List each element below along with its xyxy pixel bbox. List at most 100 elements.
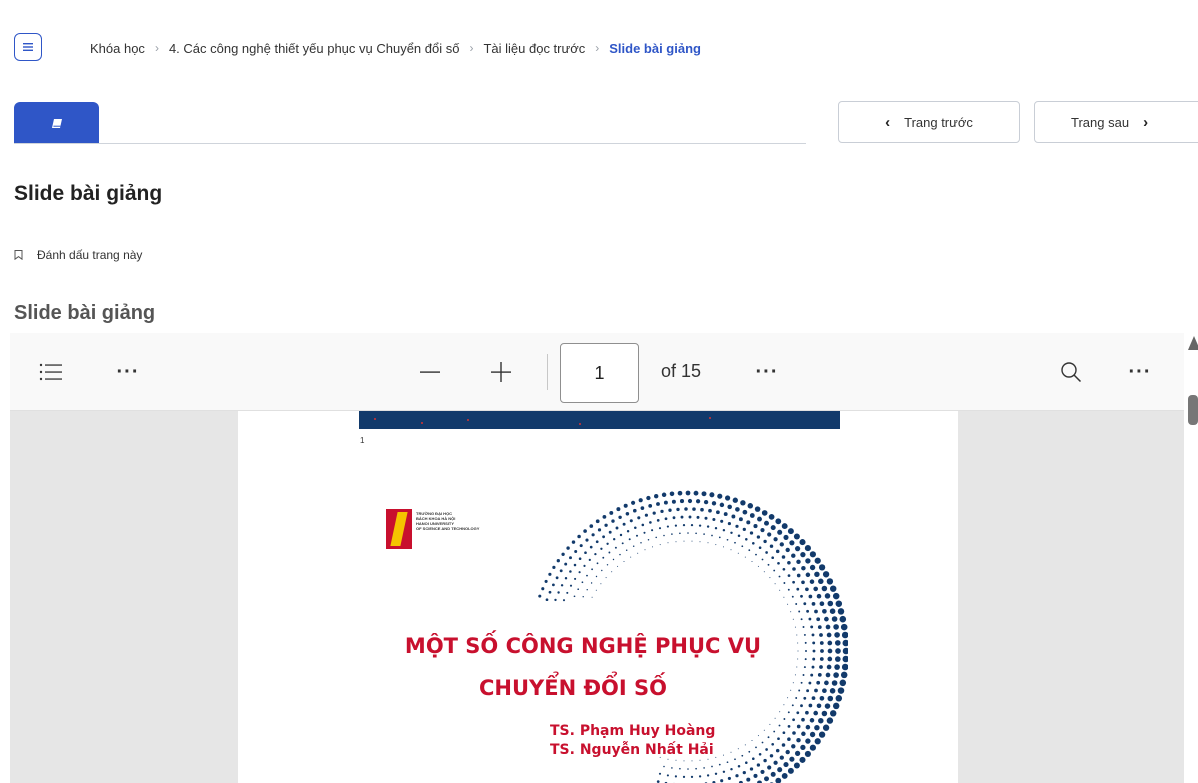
halftone-dot (777, 767, 783, 773)
halftone-dot (669, 491, 675, 497)
halftone-dot (693, 490, 699, 496)
halftone-dot (778, 724, 781, 727)
halftone-dot (600, 583, 602, 585)
breadcrumb-item-reading[interactable]: Tài liệu đọc trước (483, 41, 585, 56)
halftone-dot (679, 767, 681, 770)
halftone-dot (818, 717, 824, 724)
halftone-dot (668, 508, 672, 512)
halftone-dot (709, 492, 715, 498)
halftone-dot (569, 570, 572, 573)
halftone-dot (814, 571, 820, 578)
halftone-dot (746, 777, 751, 782)
halftone-dot (737, 764, 741, 768)
left-more-button[interactable]: ··· (108, 361, 148, 383)
scrollbar-thumb[interactable] (1188, 395, 1198, 425)
halftone-dot (561, 552, 565, 556)
halftone-dot (735, 507, 740, 512)
halftone-dot (581, 581, 584, 584)
halftone-dot (677, 490, 683, 496)
halftone-dot (787, 737, 791, 741)
halftone-dot (805, 572, 811, 578)
halftone-dot (562, 599, 566, 602)
halftone-dot (682, 775, 686, 779)
chevron-left-icon: ‹ (885, 113, 891, 131)
halftone-dot (809, 718, 815, 723)
scroll-up-arrow[interactable] (1188, 336, 1198, 350)
right-more-button[interactable]: ··· (1120, 361, 1160, 383)
halftone-dot (548, 572, 552, 576)
halftone-dot (628, 538, 631, 541)
halftone-dot (839, 615, 847, 623)
halftone-dot (635, 534, 639, 537)
halftone-dot (763, 758, 767, 763)
halftone-dot (573, 595, 576, 598)
slide-page-number: 1 (360, 436, 365, 445)
next-page-label: Trang sau (1071, 114, 1130, 130)
halftone-dot (809, 579, 815, 584)
halftone-dot (727, 504, 732, 510)
halftone-dot (589, 545, 593, 549)
halftone-dot (609, 510, 614, 515)
halftone-dot (711, 501, 717, 506)
halftone-dot (602, 535, 605, 539)
breadcrumb-item-module[interactable]: 4. Các công nghệ thiết yếu phục vụ Chuyể… (169, 41, 460, 56)
center-more-button[interactable]: ··· (747, 361, 787, 383)
halftone-dot (829, 608, 836, 614)
halftone-dot (590, 582, 593, 584)
bookmark-link[interactable]: Đánh dấu trang này (14, 248, 142, 262)
previous-page-button[interactable]: ‹ Trang trước (838, 101, 1020, 143)
halftone-dot (805, 738, 811, 744)
halftone-dot (675, 759, 677, 761)
halftone-dot (638, 498, 643, 503)
halftone-dot (656, 502, 660, 506)
halftone-dot (816, 703, 822, 709)
halftone-dot (761, 741, 764, 744)
halftone-dot (777, 737, 780, 741)
plus-icon (491, 362, 511, 382)
halftone-dot (595, 589, 597, 591)
halftone-dot (604, 523, 608, 527)
halftone-dot (672, 516, 676, 520)
halftone-dot (585, 538, 589, 542)
halftone-dot (674, 524, 677, 527)
halftone-dot (801, 580, 805, 585)
zoom-in-button[interactable] (488, 359, 514, 385)
next-page-button[interactable]: Trang sau › (1034, 101, 1198, 143)
halftone-dot (723, 546, 724, 548)
halftone-dot (819, 665, 823, 669)
halftone-dot (601, 569, 603, 572)
halftone-dot (698, 524, 702, 527)
halftone-dot (552, 583, 555, 587)
halftone-dot (756, 535, 761, 539)
slide-title-line-2: CHUYỂN ĐỔI SỐ (478, 676, 668, 700)
halftone-dot (698, 775, 702, 778)
toc-button[interactable] (38, 359, 64, 385)
halftone-dot (664, 517, 668, 521)
halftone-dot (611, 519, 615, 523)
halftone-dot (831, 616, 838, 622)
halftone-dot (742, 509, 748, 515)
menu-button[interactable] (14, 33, 42, 61)
halftone-dot (783, 718, 786, 720)
halftone-dot (764, 776, 769, 782)
halftone-dot (671, 499, 676, 504)
zoom-out-button[interactable] (417, 359, 443, 385)
halftone-dot (666, 525, 669, 528)
page-number-input[interactable] (560, 343, 639, 403)
minus-icon (420, 371, 440, 373)
search-button[interactable] (1058, 359, 1084, 385)
halftone-dot (783, 596, 785, 598)
halftone-dot (787, 725, 791, 728)
halftone-dot (792, 580, 795, 584)
halftone-dot (769, 754, 774, 758)
halftone-dot (749, 513, 755, 518)
breadcrumb-item-course[interactable]: Khóa học (90, 41, 145, 56)
halftone-dot (704, 516, 708, 520)
halftone-dot (647, 539, 650, 541)
page-title: Slide bài giảng (14, 182, 163, 205)
section-title: Slide bài giảng (14, 302, 156, 324)
halftone-dot (787, 561, 791, 565)
halftone-dot (608, 551, 611, 554)
tab-lecture[interactable] (14, 102, 99, 144)
halftone-dot (760, 769, 765, 774)
